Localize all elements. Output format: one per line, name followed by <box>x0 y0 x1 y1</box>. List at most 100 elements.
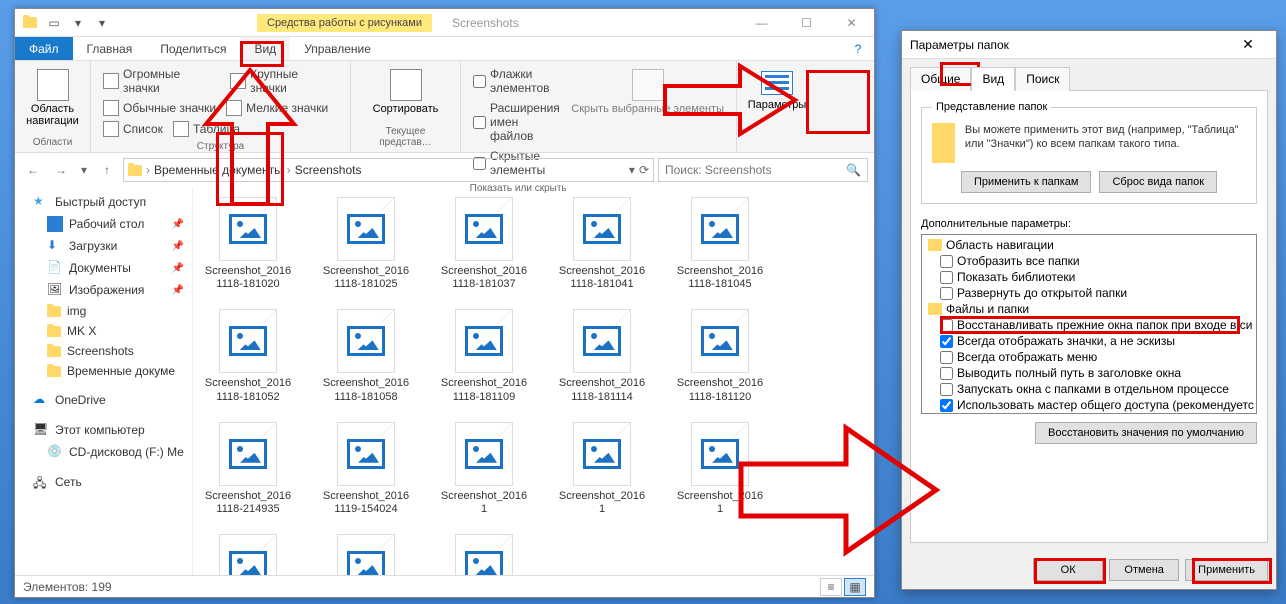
tree-item[interactable]: Использовать мастер общего доступа (реко… <box>924 397 1254 413</box>
search-input[interactable] <box>665 163 846 177</box>
ok-button[interactable]: ОК <box>1033 559 1103 581</box>
tree-item[interactable]: Показать библиотеки <box>924 269 1254 285</box>
breadcrumb-item[interactable]: Screenshots <box>295 163 362 177</box>
sidebar-mkx[interactable]: MK X <box>15 321 192 341</box>
sidebar-img[interactable]: img <box>15 301 192 321</box>
sidebar-network[interactable]: 🖧Сеть <box>15 471 192 493</box>
qat-dropdown[interactable]: ▾ <box>91 12 113 34</box>
file-item[interactable]: Screenshot_20161 <box>439 534 529 575</box>
addressbar-dropdown-icon[interactable]: ▾ <box>629 163 635 177</box>
file-item[interactable]: Screenshot_20161118-181045 <box>675 197 765 291</box>
sort-button[interactable]: Сортировать <box>359 65 452 119</box>
address-bar[interactable]: › Временные документы › Screenshots ▾ ⟳ <box>123 158 654 182</box>
sidebar-documents[interactable]: 📄Документы📌 <box>15 257 192 279</box>
ribbon-help-icon[interactable]: ? <box>842 37 874 60</box>
tree-header-navpane[interactable]: Область навигации <box>924 237 1254 253</box>
file-item[interactable]: Screenshot_20161118-181025 <box>321 197 411 291</box>
file-item[interactable]: Screenshot_20161118-181120 <box>675 309 765 403</box>
view-icons-button[interactable]: ▦ <box>844 578 866 596</box>
folder-icon <box>47 306 61 317</box>
sidebar-cddrive[interactable]: 💿CD-дисковод (F:) Me <box>15 441 192 463</box>
sidebar-onedrive[interactable]: ☁OneDrive <box>15 389 192 411</box>
tree-item-always-icons[interactable]: Всегда отображать значки, а не эскизы <box>924 333 1254 349</box>
file-name: Screenshot_20161118-181058 <box>321 377 411 403</box>
tree-item[interactable]: Выводить полный путь в заголовке окна <box>924 365 1254 381</box>
file-item[interactable]: Screenshot_20161118-214935 <box>203 422 293 516</box>
apply-button[interactable]: Применить <box>1185 559 1268 581</box>
tab-view[interactable]: Вид <box>240 37 290 60</box>
dialog-tab-search[interactable]: Поиск <box>1015 67 1070 91</box>
apply-to-folders-button[interactable]: Применить к папкам <box>961 171 1092 193</box>
file-item[interactable]: Screenshot_20161 <box>439 422 529 516</box>
tree-item[interactable]: Всегда отображать меню <box>924 349 1254 365</box>
sidebar-thispc[interactable]: 🖥Этот компьютер <box>15 419 192 441</box>
refresh-icon[interactable]: ⟳ <box>639 163 649 177</box>
restore-defaults-button[interactable]: Восстановить значения по умолчанию <box>1035 422 1257 444</box>
sidebar-screenshots[interactable]: Screenshots <box>15 341 192 361</box>
nav-up-button[interactable]: ↑ <box>95 158 119 182</box>
tree-item[interactable]: Отобразить все папки <box>924 253 1254 269</box>
tab-manage[interactable]: Управление <box>290 37 385 60</box>
file-item[interactable]: Screenshot_20161118-181058 <box>321 309 411 403</box>
cb-item-flags[interactable]: Флажки элементов <box>469 65 567 97</box>
sidebar-pictures[interactable]: 🖼Изображения📌 <box>15 279 192 301</box>
sidebar-downloads[interactable]: ⬇Загрузки📌 <box>15 235 192 257</box>
qat-properties[interactable]: ▭ <box>43 12 65 34</box>
search-box[interactable]: 🔍 <box>658 158 868 182</box>
tab-share[interactable]: Поделиться <box>146 37 240 60</box>
layout-small-icons[interactable]: Мелкие значки <box>222 98 332 118</box>
file-thumbnail <box>337 534 395 575</box>
sidebar-desktop[interactable]: Рабочий стол📌 <box>15 213 192 235</box>
tab-file[interactable]: Файл <box>15 37 73 60</box>
reset-folders-button[interactable]: Сброс вида папок <box>1099 171 1217 193</box>
nav-pane-button[interactable]: Область навигации <box>23 65 82 131</box>
tree-item[interactable]: Запускать окна с папками в отдельном про… <box>924 381 1254 397</box>
file-list[interactable]: Screenshot_20161118-181020 Screenshot_201… <box>193 187 874 575</box>
layout-list[interactable]: Список <box>99 119 167 139</box>
file-item[interactable]: Screenshot_20161118-181041 <box>557 197 647 291</box>
hide-selected-button[interactable]: Скрыть выбранные элементы <box>567 65 728 150</box>
dialog-tab-view[interactable]: Вид <box>971 67 1015 91</box>
tree-item[interactable]: Восстанавливать прежние окна папок при в… <box>924 317 1254 333</box>
tree-item[interactable]: Развернуть до открытой папки <box>924 285 1254 301</box>
file-item[interactable]: Screenshot_20161118-181020 <box>203 197 293 291</box>
file-item[interactable]: Screenshot_20161118-181114 <box>557 309 647 403</box>
sidebar-tempdocs[interactable]: Временные докуме <box>15 361 192 381</box>
layout-normal-icons[interactable]: Обычные значки <box>99 98 220 118</box>
layout-huge-icons[interactable]: Огромные значки <box>99 65 224 97</box>
advanced-settings-tree[interactable]: Область навигации Отобразить все папки П… <box>921 234 1257 414</box>
file-item[interactable]: Screenshot_20161 <box>321 534 411 575</box>
file-item[interactable]: Screenshot_20161118-181109 <box>439 309 529 403</box>
maximize-button[interactable]: ☐ <box>784 9 829 37</box>
qat-new-folder[interactable]: ▾ <box>67 12 89 34</box>
close-button[interactable]: ✕ <box>829 9 874 37</box>
file-item[interactable]: Screenshot_20161118-181052 <box>203 309 293 403</box>
view-details-button[interactable]: ≡ <box>820 578 842 596</box>
image-icon <box>347 439 385 469</box>
hide-selected-icon <box>632 69 664 101</box>
cb-file-extensions[interactable]: Расширения имен файлов <box>469 99 567 145</box>
file-item[interactable]: Screenshot_20161 <box>557 422 647 516</box>
sidebar-quick-access[interactable]: ★Быстрый доступ <box>15 191 192 213</box>
dialog-tab-general[interactable]: Общие <box>910 67 971 91</box>
tab-home[interactable]: Главная <box>73 37 147 60</box>
file-item[interactable]: Screenshot_20161119-154024 <box>321 422 411 516</box>
file-item[interactable]: Screenshot_20161118-181037 <box>439 197 529 291</box>
file-item[interactable]: Screenshot_20161 <box>203 534 293 575</box>
window-title: Screenshots <box>452 16 519 30</box>
tree-header-files[interactable]: Файлы и папки <box>924 301 1254 317</box>
cancel-button[interactable]: Отмена <box>1109 559 1179 581</box>
image-icon <box>347 551 385 575</box>
options-button[interactable]: Параметры <box>745 65 809 117</box>
minimize-button[interactable]: — <box>739 9 784 37</box>
nav-history-button[interactable]: ▾ <box>77 158 91 182</box>
file-thumbnail <box>455 197 513 261</box>
nav-forward-button[interactable]: → <box>49 158 73 182</box>
file-item[interactable]: Screenshot_20161 <box>675 422 765 516</box>
dialog-close-button[interactable]: ✕ <box>1228 36 1268 53</box>
nav-back-button[interactable]: ← <box>21 158 45 182</box>
breadcrumb-item[interactable]: Временные документы <box>154 163 283 177</box>
layout-large-icons[interactable]: Крупные значки <box>226 65 342 97</box>
image-icon <box>465 214 503 244</box>
layout-table[interactable]: Таблица <box>169 119 244 139</box>
